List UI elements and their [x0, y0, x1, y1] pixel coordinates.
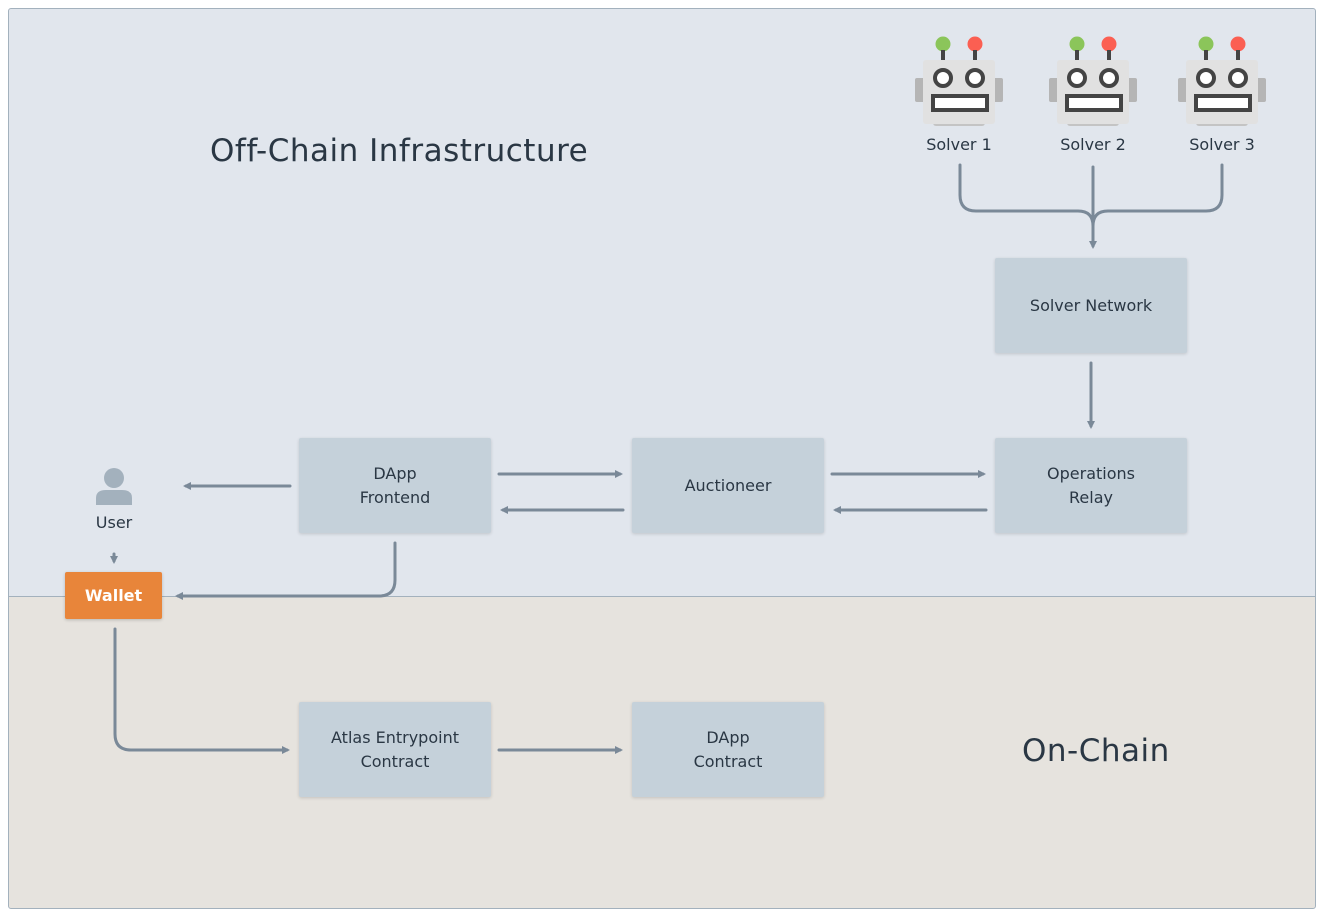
auctioneer-box: Auctioneer	[632, 438, 824, 533]
robot-icon	[913, 34, 1005, 128]
solver-network-box: Solver Network	[995, 258, 1187, 353]
user-label: User	[95, 513, 133, 532]
solver-label: Solver 3	[1189, 135, 1255, 154]
solver-label: Solver 1	[926, 135, 992, 154]
wallet-box: Wallet	[65, 572, 162, 619]
dapp-frontend-box: DApp Frontend	[299, 438, 491, 533]
robot-icon	[1176, 34, 1268, 128]
operations-relay-box: Operations Relay	[995, 438, 1187, 533]
solver-label: Solver 2	[1060, 135, 1126, 154]
robot-icon	[1047, 34, 1139, 128]
dapp-contract-box: DApp Contract	[632, 702, 824, 797]
user-icon	[96, 468, 132, 505]
atlas-entrypoint-box: Atlas Entrypoint Contract	[299, 702, 491, 797]
